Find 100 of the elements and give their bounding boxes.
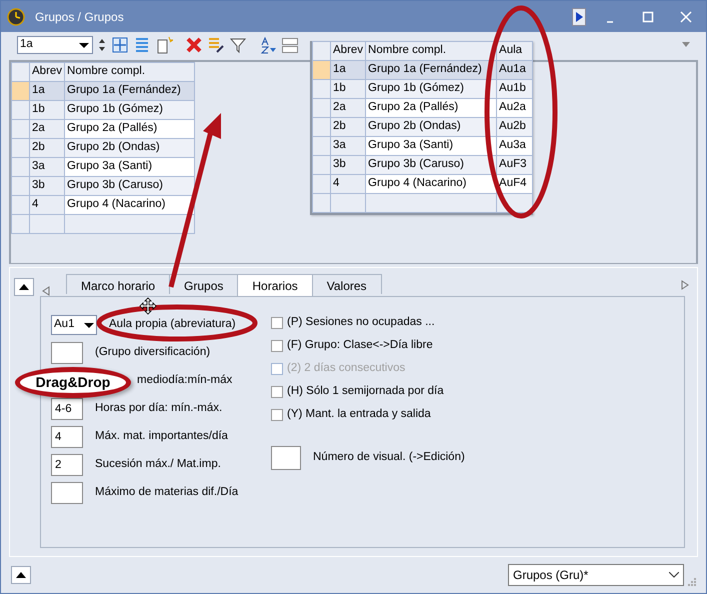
table-cell: 4 xyxy=(30,196,65,214)
row-indicator[interactable] xyxy=(12,120,30,138)
checkbox-label: (Y) Mant. la entrada y salida xyxy=(287,406,431,422)
fields-icon[interactable] xyxy=(281,36,299,54)
input-field[interactable] xyxy=(51,482,83,504)
header-corner xyxy=(312,42,330,60)
row-indicator[interactable] xyxy=(312,136,330,156)
move-cursor-icon xyxy=(139,297,157,315)
table-cell: AuF3 xyxy=(496,156,533,174)
record-combo[interactable]: 1a xyxy=(17,36,93,54)
table-cell: 2b xyxy=(30,138,65,158)
resize-grip-icon[interactable] xyxy=(688,578,696,586)
view-select[interactable]: Grupos (Gru)* xyxy=(508,564,684,586)
room-combo[interactable]: Au1 xyxy=(51,315,97,335)
table-cell: 1a xyxy=(30,82,65,100)
table-cell: 1b xyxy=(30,100,65,120)
field-label: Número de visual. (->Edición) xyxy=(313,450,465,466)
checkbox[interactable] xyxy=(271,316,283,328)
table-cell: Grupo 2a (Pallés) xyxy=(366,98,497,118)
input-field[interactable]: 2 xyxy=(51,454,83,476)
filter-icon[interactable] xyxy=(229,36,247,54)
table-cell: Grupo 2b (Ondas) xyxy=(64,138,195,158)
input-field[interactable] xyxy=(271,446,301,470)
row-indicator[interactable] xyxy=(12,100,30,120)
field-label: Horas por día: mín.-máx. xyxy=(95,401,222,416)
table-cell: Grupo 1a (Fernández) xyxy=(366,60,497,80)
row-indicator[interactable] xyxy=(312,156,330,174)
clock-icon[interactable] xyxy=(7,8,25,26)
field-label: mediodía:mín-máx xyxy=(137,373,232,388)
chevron-icon[interactable] xyxy=(682,42,690,48)
table-cell: Grupo 4 (Nacarino) xyxy=(366,174,497,194)
scroll-left-icon[interactable] xyxy=(42,286,50,296)
checkbox[interactable] xyxy=(271,386,283,398)
tab[interactable]: Grupos xyxy=(169,274,238,294)
sort-icon[interactable] xyxy=(259,36,277,54)
table-cell: Grupo 3b (Caruso) xyxy=(64,176,195,196)
row-indicator[interactable] xyxy=(312,194,330,212)
table-cell: 3b xyxy=(30,176,65,196)
tab[interactable]: Valores xyxy=(312,274,382,294)
list-icon[interactable] xyxy=(133,36,151,54)
table-cell: 2a xyxy=(330,98,366,118)
row-indicator[interactable] xyxy=(12,138,30,158)
scroll-right-icon[interactable] xyxy=(681,280,689,290)
column-header: Nombre compl. xyxy=(64,62,195,82)
input-field[interactable]: 4-6 xyxy=(51,398,83,420)
table-cell: Grupo 3b (Caruso) xyxy=(366,156,497,174)
row-indicator[interactable] xyxy=(12,158,30,176)
row-indicator[interactable] xyxy=(12,82,30,100)
table-cell: 2b xyxy=(330,118,366,136)
field-label: Sucesión máx./ Mat.imp. xyxy=(95,457,221,472)
row-indicator[interactable] xyxy=(312,60,330,80)
window-title: Grupos / Grupos xyxy=(35,8,125,26)
table-cell: 3a xyxy=(330,136,366,156)
table-cell: 3b xyxy=(330,156,366,174)
field-label: Aula propia (abreviatura) xyxy=(109,317,236,332)
table-cell: 1a xyxy=(330,60,366,80)
column-header: Aula xyxy=(496,42,533,60)
input-field[interactable]: 4 xyxy=(51,426,83,448)
table-cell: Grupo 2b (Ondas) xyxy=(366,118,497,136)
play-icon[interactable] xyxy=(572,8,586,26)
delete-icon[interactable] xyxy=(185,36,203,54)
table-cell: Grupo 1b (Gómez) xyxy=(64,100,195,120)
field-label: (Grupo diversificación) xyxy=(95,345,210,360)
table-cell: 1b xyxy=(330,80,366,98)
input-field[interactable] xyxy=(51,342,83,364)
row-indicator[interactable] xyxy=(312,98,330,118)
table-cell: Au3a xyxy=(496,136,533,156)
row-indicator[interactable] xyxy=(312,118,330,136)
table-cell: Grupo 1b (Gómez) xyxy=(366,80,497,98)
table-cell: Grupo 1a (Fernández) xyxy=(64,82,195,100)
row-indicator[interactable] xyxy=(312,174,330,194)
row-indicator[interactable] xyxy=(12,176,30,196)
field-label: Máx. mat. importantes/día xyxy=(95,429,228,444)
table-cell: Grupo 2a (Pallés) xyxy=(64,120,195,138)
checkbox[interactable] xyxy=(271,340,283,352)
row-indicator[interactable] xyxy=(12,214,30,234)
row-indicator[interactable] xyxy=(12,196,30,214)
edit-list-icon[interactable] xyxy=(207,36,225,54)
table-cell: 2a xyxy=(30,120,65,138)
tab[interactable]: Marco horario xyxy=(66,274,170,294)
checkbox-label: (2) 2 días consecutivos xyxy=(287,360,406,376)
checkbox-label: (F) Grupo: Clase<->Día libre xyxy=(287,338,433,353)
expand-button[interactable] xyxy=(11,566,31,584)
checkbox-label: (H) Sólo 1 semijornada por día xyxy=(287,384,444,399)
floating-grid[interactable] xyxy=(310,41,534,215)
checkbox[interactable] xyxy=(271,408,283,420)
table-cell: Au2a xyxy=(496,98,533,118)
new-document-icon[interactable] xyxy=(155,36,173,54)
up-arrow-icon xyxy=(19,284,29,290)
tab[interactable]: Horarios xyxy=(237,274,313,296)
table-cell: Grupo 3a (Santi) xyxy=(64,158,195,176)
collapse-button[interactable] xyxy=(14,278,34,296)
chevron-down-icon xyxy=(669,572,679,578)
header-corner xyxy=(12,62,30,82)
table-cell: Au1b xyxy=(496,80,533,98)
checkbox-label: (P) Sesiones no ocupadas ... xyxy=(287,314,435,330)
row-indicator[interactable] xyxy=(312,80,330,98)
table-cell: Grupo 4 (Nacarino) xyxy=(64,196,195,214)
move-grid-icon[interactable] xyxy=(111,36,129,54)
field-label: Máximo de materias dif./Día xyxy=(95,485,238,500)
